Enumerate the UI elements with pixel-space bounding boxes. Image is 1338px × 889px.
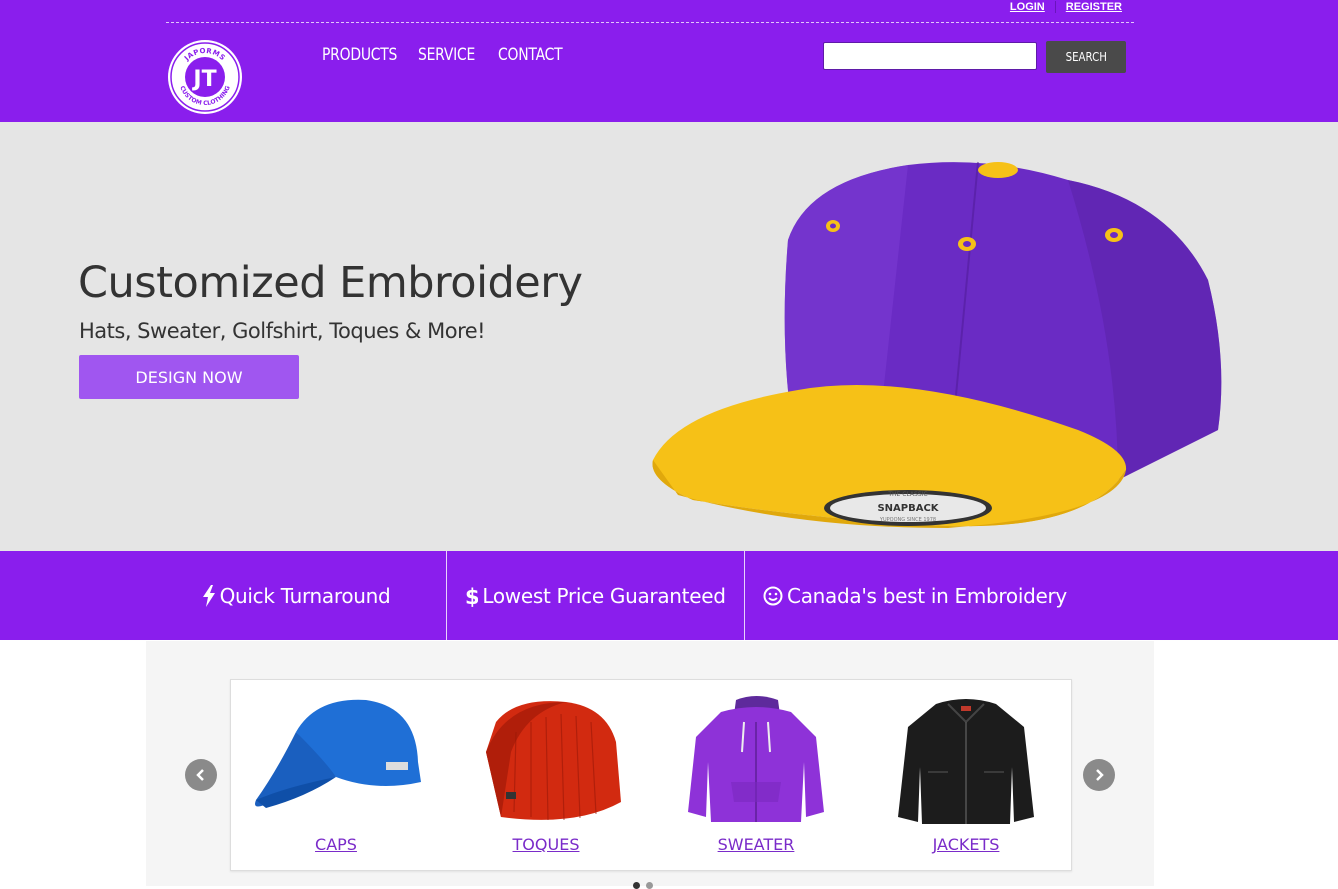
product-label[interactable]: TOQUES: [441, 835, 651, 854]
carousel-prev-button[interactable]: [185, 759, 217, 791]
red-toque-image: [486, 701, 621, 821]
chevron-left-icon: [196, 769, 204, 781]
logo-monogram: JT: [191, 67, 216, 92]
blue-cap-image: [255, 699, 421, 808]
bolt-icon: [202, 584, 216, 607]
product-card-jackets[interactable]: JACKETS: [861, 680, 1071, 870]
product-label[interactable]: SWEATER: [651, 835, 861, 854]
product-label[interactable]: CAPS: [231, 835, 441, 854]
hero-subtitle: Hats, Sweater, Golfshirt, Toques & More!: [79, 319, 486, 343]
feature-quick-turnaround: Quick Turnaround: [146, 551, 446, 640]
feature-label: Quick Turnaround: [219, 583, 391, 608]
divider: [1054, 1, 1056, 13]
design-now-button[interactable]: DESIGN NOW: [79, 355, 299, 399]
feature-canadas-best: Canada's best in Embroidery: [745, 551, 1085, 640]
feature-label: Canada's best in Embroidery: [787, 583, 1067, 608]
product-card-caps[interactable]: CAPS: [231, 680, 441, 870]
top-bar: LOGIN REGISTER: [166, 0, 1134, 23]
search-button[interactable]: SEARCH: [1046, 41, 1126, 73]
features-band: Quick Turnaround $ Lowest Price Guarante…: [0, 551, 1338, 640]
main-nav: PRODUCTS SERVICE CONTACT: [322, 45, 583, 65]
cap-badge-bottom: YUPOONG SINCE 1978: [879, 517, 936, 523]
cap-badge-main: SNAPBACK: [877, 503, 939, 514]
register-link[interactable]: REGISTER: [1066, 1, 1122, 13]
search-button-label: SEARCH: [1065, 50, 1107, 64]
site-header: LOGIN REGISTER JAPORMS CUSTOM CLOTHING J…: [0, 0, 1338, 122]
carousel-next-button[interactable]: [1083, 759, 1115, 791]
smile-icon: [763, 586, 783, 606]
purple-sweater-image: [688, 696, 824, 822]
svg-text:$: $: [465, 585, 478, 608]
hero-title: Customized Embroidery: [78, 258, 583, 308]
nav-products[interactable]: PRODUCTS: [322, 45, 397, 65]
nav-service[interactable]: SERVICE: [418, 45, 475, 65]
cap-badge-top: THE CLASSIC: [887, 491, 927, 498]
product-label[interactable]: JACKETS: [861, 835, 1071, 854]
snapback-cap-image: THE CLASSIC SNAPBACK YUPOONG SINCE 1978: [652, 161, 1222, 528]
product-card-toques[interactable]: TOQUES: [441, 680, 651, 870]
product-carousel: CAPS TOQUES SWEATER JACKETS: [230, 679, 1072, 871]
login-link[interactable]: LOGIN: [1010, 1, 1045, 13]
account-links: LOGIN REGISTER: [1010, 1, 1122, 13]
feature-label: Lowest Price Guaranteed: [482, 583, 726, 608]
dollar-icon: $: [465, 584, 478, 608]
nav-contact[interactable]: CONTACT: [498, 45, 563, 65]
search-input[interactable]: [823, 42, 1037, 70]
black-jacket-image: [898, 699, 1034, 824]
hero-banner: Customized Embroidery Hats, Sweater, Gol…: [0, 122, 1338, 551]
site-logo[interactable]: JAPORMS CUSTOM CLOTHING JT: [167, 39, 243, 115]
product-card-sweater[interactable]: SWEATER: [651, 680, 861, 870]
feature-lowest-price: $ Lowest Price Guaranteed: [447, 551, 744, 640]
chevron-right-icon: [1096, 769, 1104, 781]
